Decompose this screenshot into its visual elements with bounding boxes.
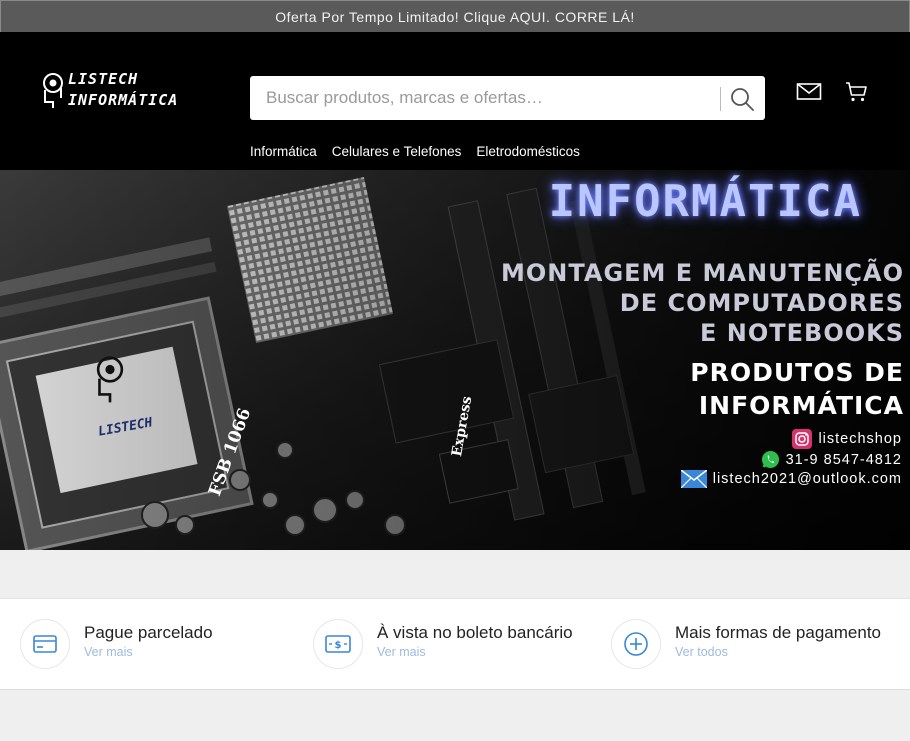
contact-mail-button[interactable]	[796, 82, 822, 102]
payment-link[interactable]: Ver todos	[675, 645, 728, 659]
hero-products: PRODUTOS DE INFORMÁTICA	[690, 356, 904, 422]
payment-title: Pague parcelado	[84, 623, 213, 642]
logo-line1: LISTECH	[68, 70, 139, 88]
hero-products-line: INFORMÁTICA	[698, 391, 904, 420]
contact-instagram: listechshop	[792, 429, 902, 449]
hero-products-line: PRODUTOS DE	[690, 358, 904, 387]
search-button[interactable]	[728, 85, 756, 113]
payment-icon-wrapper	[611, 619, 661, 669]
credit-card-icon	[33, 635, 57, 653]
payment-icon-wrapper: $	[313, 619, 363, 669]
whatsapp-number: 31-9 8547-4812	[785, 451, 902, 468]
payment-options: Pague parcelado Ver mais $ À vista no bo…	[0, 598, 910, 690]
hero-title: INFORMÁTICA	[548, 176, 862, 227]
payment-link[interactable]: Ver mais	[84, 645, 133, 659]
instagram-icon	[792, 429, 813, 449]
hero-subtitle-line: DE COMPUTADORES	[619, 289, 904, 317]
chip-logo-icon	[85, 355, 155, 415]
logo-line2: INFORMÁTICA	[68, 91, 179, 109]
hero-subtitle-line: MONTAGEM E MANUTENÇÃO	[500, 259, 904, 287]
contact-email: listech2021@outlook.com	[680, 470, 902, 488]
nav-item-eletrodomesticos[interactable]: Eletrodomésticos	[476, 144, 580, 159]
payment-title: Mais formas de pagamento	[675, 623, 881, 642]
whatsapp-icon	[761, 450, 779, 469]
cart-button[interactable]	[845, 80, 869, 104]
site-logo[interactable]: LISTECH INFORMÁTICA	[40, 70, 205, 114]
search-bar	[250, 76, 765, 120]
mail-icon	[796, 83, 822, 100]
cart-icon	[846, 82, 867, 102]
search-input[interactable]	[266, 76, 706, 120]
payment-link[interactable]: Ver mais	[377, 645, 426, 659]
email-address: listech2021@outlook.com	[712, 471, 902, 487]
cash-icon: $	[325, 635, 351, 653]
announcement-bar[interactable]: Oferta Por Tempo Limitado! Clique AQUI. …	[0, 0, 910, 32]
nav-item-celulares[interactable]: Celulares e Telefones	[332, 144, 462, 159]
contact-whatsapp: 31-9 8547-4812	[761, 450, 902, 469]
instagram-handle: listechshop	[818, 431, 902, 447]
nav-item-informatica[interactable]: Informática	[250, 144, 317, 159]
hero-subtitle-line: E NOTEBOOKS	[700, 319, 904, 347]
logo-head-icon	[43, 73, 63, 108]
email-icon	[680, 470, 707, 488]
announcement-text[interactable]: Oferta Por Tempo Limitado! Clique AQUI. …	[275, 9, 635, 25]
payment-title: À vista no boleto bancário	[377, 623, 573, 642]
search-divider	[720, 87, 721, 111]
svg-text:$: $	[335, 640, 342, 651]
hero-banner[interactable]: FSB 1066 Express LISTECH INFORMÁTICA MON…	[0, 170, 910, 550]
hero-subtitle: MONTAGEM E MANUTENÇÃO DE COMPUTADORES E …	[501, 258, 904, 348]
payment-icon-wrapper	[20, 619, 70, 669]
main-nav: Informática Celulares e Telefones Eletro…	[250, 144, 580, 159]
plus-circle-icon	[624, 632, 648, 656]
search-icon	[731, 88, 754, 111]
